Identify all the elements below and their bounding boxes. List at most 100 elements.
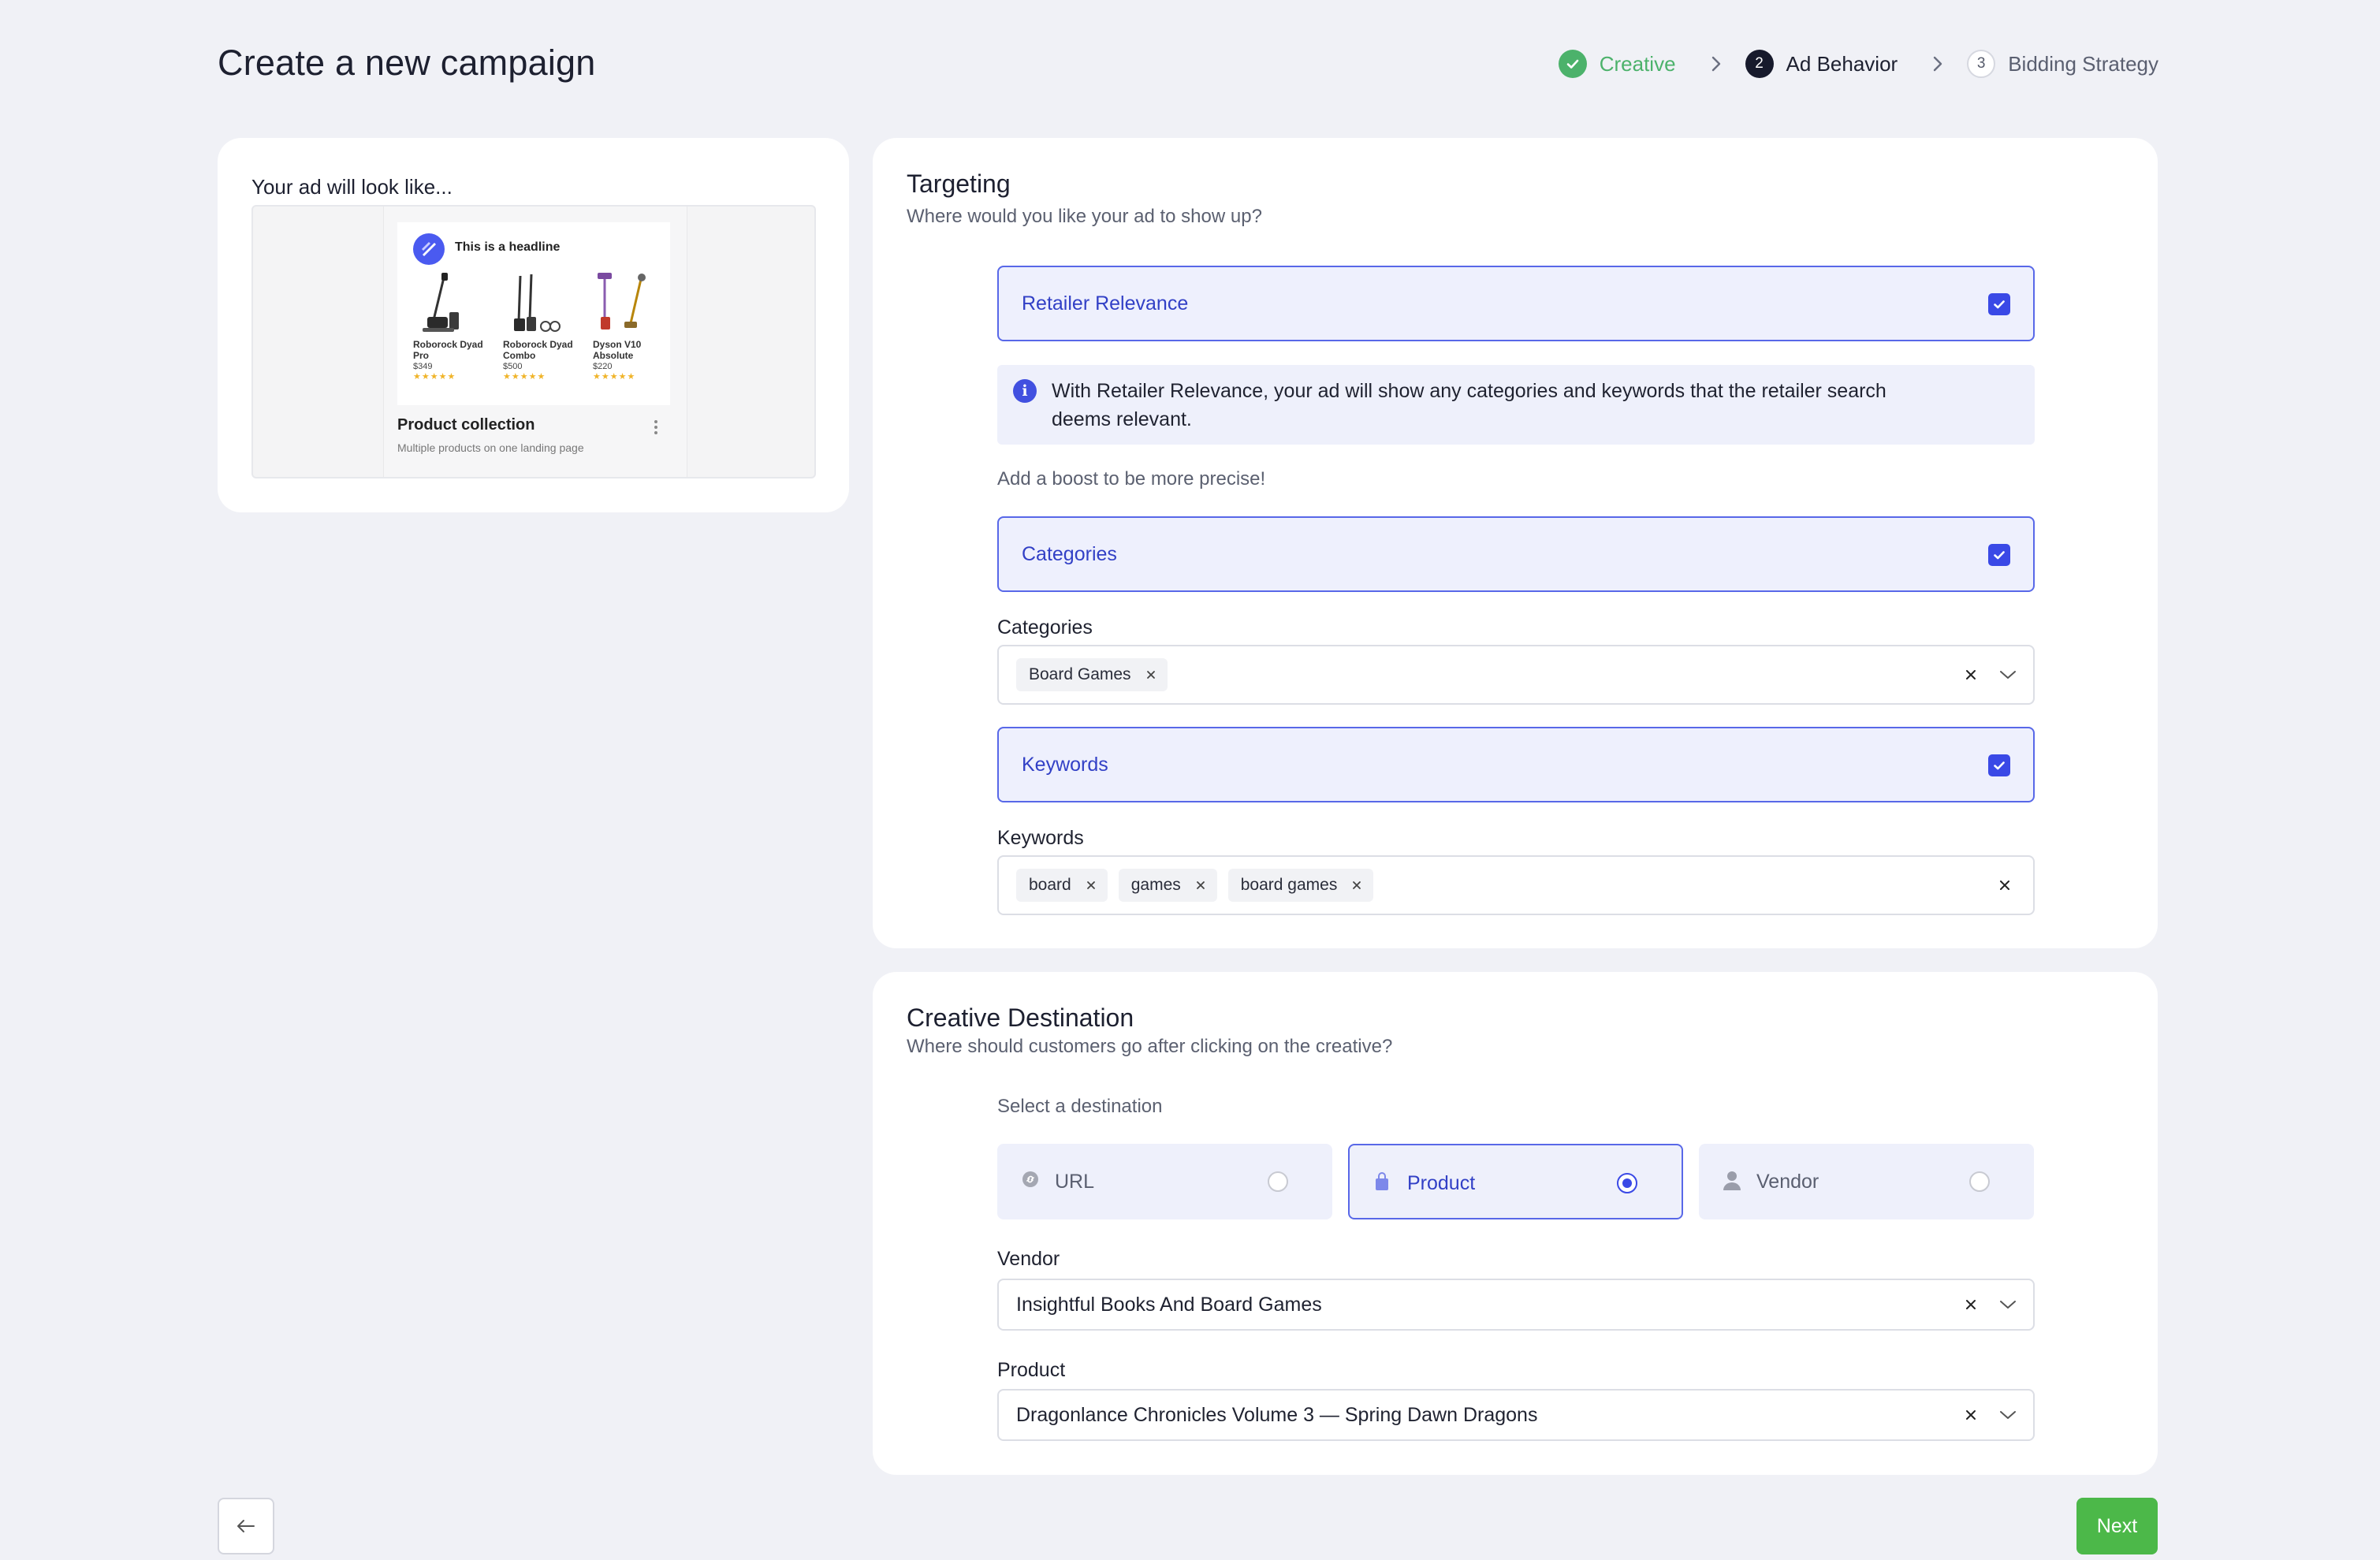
ad-product: Roborock Dyad Pro $349 ★★★★★ [413,271,484,382]
chip-label: games [1130,876,1181,894]
ad-card: This is a headline Roborock Dyad Pro $34… [397,222,670,405]
preview-inner: This is a headline Roborock Dyad Pro $34… [383,207,687,477]
select-destination-label: Select a destination [997,1096,1163,1117]
back-button[interactable] [218,1498,274,1554]
shopping-bag-icon [1373,1171,1391,1196]
next-button[interactable]: Next [2076,1498,2158,1554]
check-circle-icon [1558,50,1587,78]
destination-radio[interactable] [1969,1171,1990,1192]
preview-label: Your ad will look like... [251,175,453,199]
destination-option-url[interactable]: URL [997,1144,1332,1219]
keywords-field-label: Keywords [997,827,1084,849]
check-icon [1994,551,2005,560]
brand-logo-icon [413,233,445,265]
keyword-chip: board games [1227,869,1374,902]
ad-product-price: $349 [413,362,433,371]
vacuum-image [598,273,646,329]
option-label: Retailer Relevance [1022,292,1189,315]
keyword-chip: games [1118,869,1217,902]
destination-option-label: URL [1055,1171,1095,1193]
option-label: Categories [1022,542,1117,565]
vendor-value: Insightful Books And Board Games [1016,1294,1322,1316]
vendor-field-label: Vendor [997,1248,1060,1270]
ad-preview-card: Your ad will look like... This is a head… [218,138,849,512]
ad-product-name: Roborock Dyad Pro [413,339,483,361]
step-creative[interactable]: Creative [1558,50,1676,78]
keywords-input[interactable]: board games board games [997,855,2035,915]
step-ad-behavior[interactable]: 2 Ad Behavior [1745,50,1898,78]
chip-remove-icon[interactable] [1145,669,1156,680]
chip-remove-icon[interactable] [1195,880,1206,891]
star-rating-icon: ★★★★★ [593,372,636,382]
targeting-card: Targeting Where would you like your ad t… [873,138,2158,948]
person-icon [1723,1170,1741,1194]
destination-radio[interactable] [1268,1171,1288,1192]
categories-select[interactable]: Board Games [997,645,2035,705]
ad-headline: This is a headline [455,240,561,254]
link-icon [1021,1170,1040,1193]
clear-icon[interactable] [1998,878,2012,896]
star-rating-icon: ★★★★★ [503,372,546,382]
ad-product-name: Dyson V10 Absolute [593,339,642,361]
step-bidding-strategy[interactable]: 3 Bidding Strategy [1967,50,2158,78]
step-label: Bidding Strategy [2008,51,2158,76]
categories-field-label: Categories [997,616,1093,639]
chevron-down-icon[interactable] [1998,668,2017,686]
campaign-page: Create a new campaign Creative 2 Ad Beha… [0,0,2380,1560]
creative-destination-card: Creative Destination Where should custom… [873,972,2158,1475]
chip-remove-icon[interactable] [1086,880,1097,891]
step-number: 2 [1745,50,1774,78]
categories-option[interactable]: Categories [997,516,2035,592]
categories-checkbox[interactable] [1988,544,2010,566]
destination-title: Creative Destination [907,1003,1134,1032]
stepper: Creative 2 Ad Behavior 3 Bidding Strateg… [1558,47,2158,80]
destination-option-label: Product [1407,1172,1476,1194]
keywords-checkbox[interactable] [1988,754,2010,776]
chip-label: board [1029,876,1071,894]
chip-label: Board Games [1029,665,1131,683]
chip-remove-icon[interactable] [1351,880,1362,891]
destination-option-product[interactable]: Product [1348,1144,1683,1219]
info-icon: i [1013,379,1037,403]
vacuum-image [423,273,459,332]
vendor-select[interactable]: Insightful Books And Board Games [997,1279,2035,1331]
retailer-relevance-option[interactable]: Retailer Relevance [997,266,2035,341]
clear-icon[interactable] [1964,1408,1978,1426]
clear-icon[interactable] [1964,1298,1978,1316]
ad-product-price: $500 [503,362,523,371]
keyword-chip: board [1016,869,1108,902]
ad-product: Roborock Dyad Combo $500 ★★★★★ [503,271,574,382]
star-rating-icon: ★★★★★ [413,372,456,382]
targeting-subtitle: Where would you like your ad to show up? [907,206,1262,227]
check-icon [1994,300,2005,309]
step-number: 3 [1967,50,1996,78]
destination-option-label: Vendor [1756,1171,1819,1193]
ad-format-subtitle: Multiple products on one landing page [397,441,584,454]
chevron-right-icon [1932,55,1943,73]
keywords-option[interactable]: Keywords [997,727,2035,802]
ad-product-price: $220 [593,362,613,371]
step-label: Ad Behavior [1786,51,1898,76]
boost-helper-text: Add a boost to be more precise! [997,468,1266,490]
check-icon [1994,761,2005,770]
retailer-relevance-checkbox[interactable] [1988,293,2010,315]
chevron-down-icon[interactable] [1998,1298,2017,1316]
category-chip: Board Games [1016,658,1168,691]
arrow-left-icon [237,1520,255,1532]
vacuum-image [514,274,561,332]
product-value: Dragonlance Chronicles Volume 3 — Spring… [1016,1404,1538,1426]
chevron-down-icon[interactable] [1998,1408,2017,1426]
clear-icon[interactable] [1964,668,1978,686]
product-field-label: Product [997,1359,1066,1381]
preview-frame: This is a headline Roborock Dyad Pro $34… [251,205,816,478]
kebab-menu-icon[interactable] [654,419,658,439]
destination-option-vendor[interactable]: Vendor [1699,1144,2034,1219]
chip-label: board games [1240,876,1338,894]
ad-product: Dyson V10 Absolute $220 ★★★★★ [593,271,664,382]
product-select[interactable]: Dragonlance Chronicles Volume 3 — Spring… [997,1389,2035,1441]
targeting-title: Targeting [907,169,1011,198]
destination-radio[interactable] [1617,1173,1637,1193]
page-title: Create a new campaign [218,43,596,83]
ad-format-title: Product collection [397,416,535,434]
info-banner: i With Retailer Relevance, your ad will … [997,365,2035,445]
